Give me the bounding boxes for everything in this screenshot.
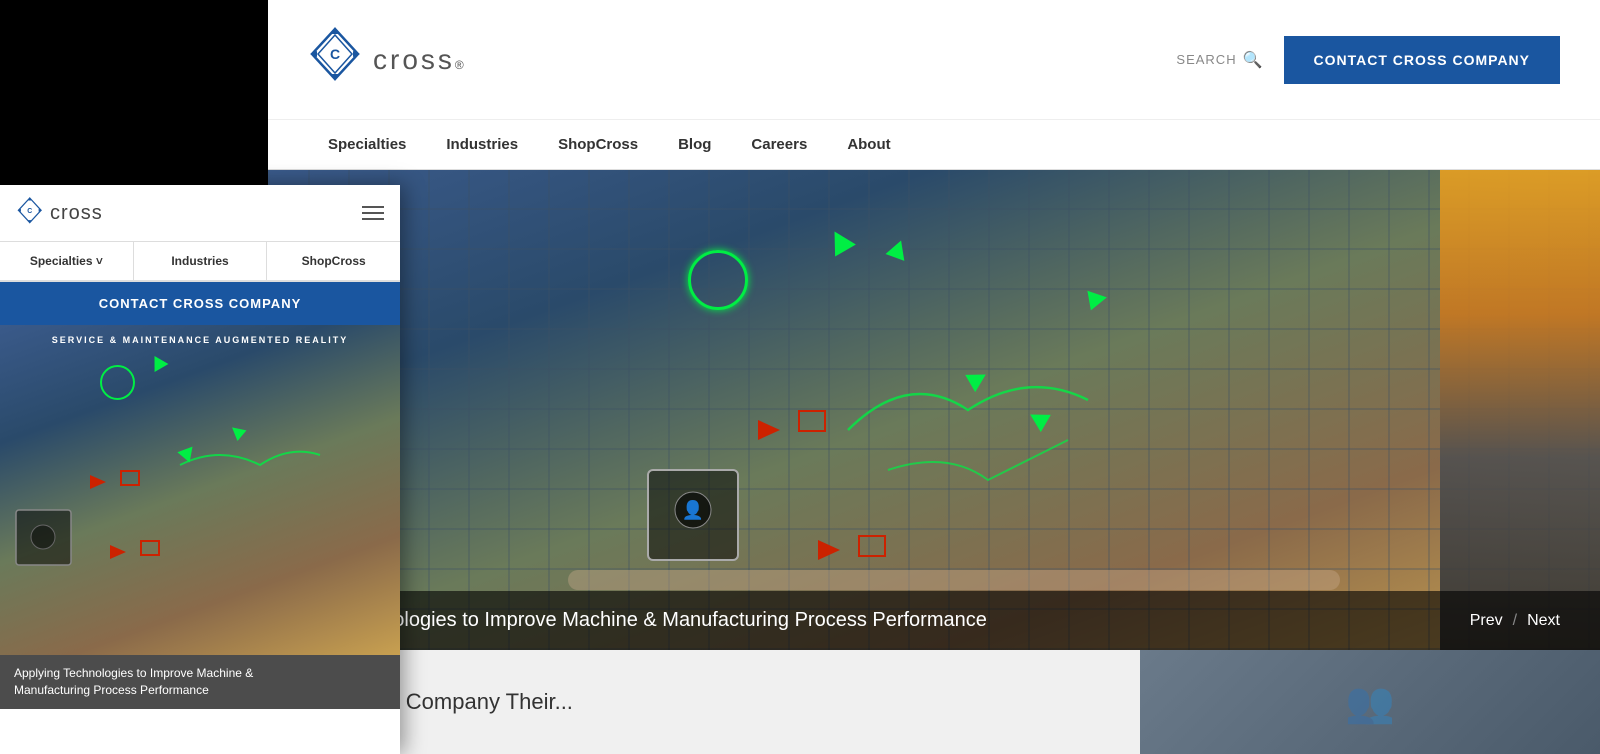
nav-item-specialties[interactable]: Specialties — [308, 120, 426, 170]
nav-item-about[interactable]: About — [827, 120, 910, 170]
mobile-overlay: C cross Specialties ˅ Industries ShopCro… — [0, 185, 400, 754]
logo-area[interactable]: C cross® — [308, 27, 464, 92]
nav-item-blog[interactable]: Blog — [658, 120, 731, 170]
below-hero: ies Cross Company Their... 👥 — [268, 650, 1600, 754]
mobile-caption: Applying Technologies to Improve Machine… — [0, 655, 400, 709]
mobile-nav-specialties[interactable]: Specialties ˅ — [0, 242, 134, 280]
hamburger-line-1 — [362, 206, 384, 208]
hero-background — [268, 170, 1600, 650]
cross-logo-icon: C — [308, 27, 363, 92]
mobile-ar-lines — [0, 325, 400, 655]
mobile-contact-button[interactable]: CONTACT CROSS COMPANY — [0, 282, 400, 325]
search-label: SEARCH — [1176, 52, 1236, 67]
mobile-caption-line1: Applying Technologies to Improve Machine… — [14, 666, 253, 680]
mobile-logo[interactable]: C cross — [16, 197, 103, 229]
search-icon[interactable]: 🔍 — [1243, 50, 1264, 70]
mobile-hero: SERVICE & MAINTENANCE AUGMENTED REALITY — [0, 325, 400, 655]
mobile-caption-line2: Manufacturing Process Performance — [14, 683, 209, 697]
mobile-nav: Specialties ˅ Industries ShopCross — [0, 242, 400, 282]
mobile-hero-label: SERVICE & MAINTENANCE AUGMENTED REALITY — [0, 335, 400, 345]
main-nav: Specialties Industries ShopCross Blog Ca… — [268, 120, 1600, 170]
hamburger-line-2 — [362, 212, 384, 214]
hero-navigation: Prev / Next — [1470, 612, 1560, 630]
main-site: C cross® SEARCH 🔍 CONTACT CROSS COMPANY — [268, 0, 1600, 754]
prev-button[interactable]: Prev — [1470, 612, 1503, 630]
svg-text:C: C — [330, 46, 340, 62]
machinery-bar — [1440, 170, 1600, 650]
hero-caption-text: ing Technologies to Improve Machine & Ma… — [308, 609, 987, 632]
nav-divider: / — [1513, 612, 1517, 630]
contact-button[interactable]: CONTACT CROSS COMPANY — [1284, 36, 1560, 84]
next-button[interactable]: Next — [1527, 612, 1560, 630]
nav-item-industries[interactable]: Industries — [426, 120, 538, 170]
mobile-ar-overlay — [0, 325, 400, 655]
mobile-logo-text: cross — [50, 202, 103, 225]
mobile-nav-industries[interactable]: Industries — [134, 242, 268, 280]
nav-item-careers[interactable]: Careers — [731, 120, 827, 170]
mobile-cross-logo-icon: C — [16, 197, 44, 229]
mobile-header: C cross — [0, 185, 400, 242]
svg-text:C: C — [27, 208, 32, 215]
hero-caption: ing Technologies to Improve Machine & Ma… — [268, 591, 1600, 650]
below-hero-image: 👥 — [1140, 650, 1600, 754]
header: C cross® SEARCH 🔍 CONTACT CROSS COMPANY — [268, 0, 1600, 120]
hamburger-menu[interactable] — [362, 206, 384, 220]
nav-item-shopcross[interactable]: ShopCross — [538, 120, 658, 170]
header-right: SEARCH 🔍 CONTACT CROSS COMPANY — [1176, 36, 1560, 84]
search-area[interactable]: SEARCH 🔍 — [1176, 50, 1263, 70]
hamburger-line-3 — [362, 218, 384, 220]
hero-section: 👤 ing Technologies to Improve Machine & … — [268, 170, 1600, 650]
logo-text: cross® — [373, 44, 464, 76]
mobile-nav-shopcross[interactable]: ShopCross — [267, 242, 400, 280]
